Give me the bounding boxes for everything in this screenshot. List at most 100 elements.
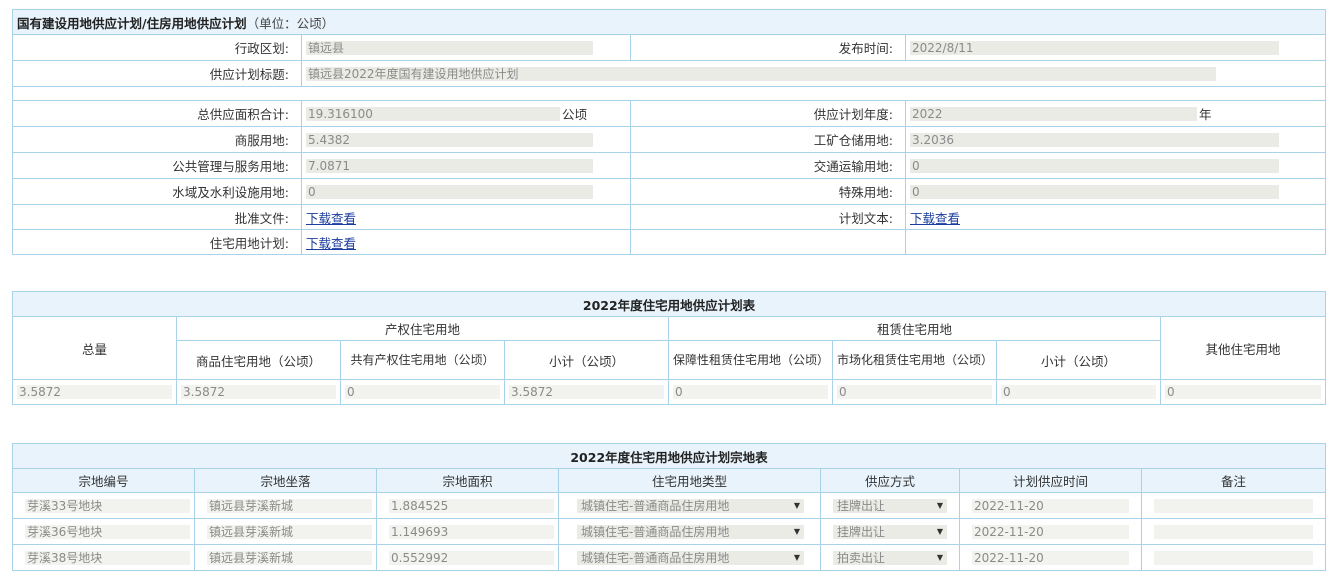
commercial-housing-value[interactable]: 3.5872 bbox=[181, 385, 336, 399]
table-row: 芽溪38号地块 镇远县芽溪新城 0.552992 城镇住宅-普通商品住房用地 ▼ … bbox=[12, 544, 1327, 571]
housing-type-value: 城镇住宅-普通商品住房用地 bbox=[581, 550, 730, 565]
plan-year-label: 供应计划年度: bbox=[630, 100, 906, 127]
market-rental-value[interactable]: 0 bbox=[837, 385, 992, 399]
publish-time-field[interactable]: 2022/8/11 bbox=[910, 41, 1279, 56]
rental-subtotal-value[interactable]: 0 bbox=[1001, 385, 1156, 399]
housing-type-select[interactable]: 城镇住宅-普通商品住房用地 ▼ bbox=[577, 550, 804, 565]
supply-method-select[interactable]: 拍卖出让 ▼ bbox=[833, 550, 947, 565]
supply-method-header: 供应方式 bbox=[820, 468, 960, 493]
total-area-field[interactable]: 19.316100 bbox=[306, 106, 560, 121]
housing-plan-download-link[interactable]: 下载查看 bbox=[306, 236, 356, 251]
dropdown-arrow-icon: ▼ bbox=[936, 526, 943, 536]
plan-text-label: 计划文本: bbox=[630, 204, 906, 230]
total-area-unit: 公顷 bbox=[562, 107, 588, 122]
rental-housing-header: 租赁住宅用地 bbox=[668, 316, 1161, 341]
supply-method-value: 挂牌出让 bbox=[837, 524, 886, 539]
note-field[interactable] bbox=[1154, 550, 1314, 565]
dropdown-arrow-icon: ▼ bbox=[936, 500, 943, 510]
note-field[interactable] bbox=[1154, 498, 1314, 513]
parcel-id[interactable]: 芽溪36号地块 bbox=[25, 524, 190, 539]
plan-text-download-link[interactable]: 下载查看 bbox=[910, 211, 960, 226]
water-label: 水域及水利设施用地: bbox=[12, 178, 302, 205]
parcel-location[interactable]: 镇远县芽溪新城 bbox=[207, 550, 372, 565]
parcel-area[interactable]: 0.552992 bbox=[389, 550, 554, 565]
housing-plan-label: 住宅用地计划: bbox=[12, 229, 302, 255]
supply-method-select[interactable]: 挂牌出让 ▼ bbox=[833, 498, 947, 513]
page-title: 国有建设用地供应计划/住房用地供应计划 bbox=[17, 15, 247, 31]
affordable-rental-header: 保障性租赁住宅用地（公顷） bbox=[673, 353, 830, 367]
plan-year-unit: 年 bbox=[1199, 107, 1212, 122]
housing-type-header: 住宅用地类型 bbox=[558, 468, 821, 493]
shared-property-header: 共有产权住宅用地（公顷） bbox=[350, 353, 495, 367]
dropdown-arrow-icon: ▼ bbox=[793, 526, 800, 536]
commercial-field[interactable]: 5.4382 bbox=[306, 133, 593, 148]
total-header: 总量 bbox=[12, 316, 177, 380]
shared-property-value[interactable]: 0 bbox=[345, 385, 500, 399]
affordable-rental-value[interactable]: 0 bbox=[673, 385, 828, 399]
region-field[interactable]: 镇远县 bbox=[306, 41, 593, 56]
market-rental-header: 市场化租赁住宅用地（公顷） bbox=[837, 353, 994, 367]
approval-doc-download-link[interactable]: 下载查看 bbox=[306, 211, 356, 226]
industrial-field[interactable]: 3.2036 bbox=[910, 133, 1279, 148]
other-housing-header: 其他住宅用地 bbox=[1159, 316, 1327, 380]
special-field[interactable]: 0 bbox=[910, 185, 1279, 200]
note-field[interactable] bbox=[1154, 524, 1314, 539]
basic-info-table: 国有建设用地供应计划/住房用地供应计划（单位：公顷） 行政区划: 镇远县 发布时… bbox=[11, 9, 1327, 255]
housing-type-select[interactable]: 城镇住宅-普通商品住房用地 ▼ bbox=[577, 524, 804, 539]
basic-info-header: 国有建设用地供应计划/住房用地供应计划（单位：公顷） bbox=[11, 9, 1327, 35]
unit-note: （单位：公顷） bbox=[246, 15, 335, 31]
other-housing-value[interactable]: 0 bbox=[1165, 385, 1322, 399]
transport-field[interactable]: 0 bbox=[910, 159, 1279, 174]
special-label: 特殊用地: bbox=[630, 178, 906, 205]
plan-time[interactable]: 2022-11-20 bbox=[972, 550, 1129, 565]
parcel-area[interactable]: 1.884525 bbox=[389, 498, 554, 513]
commercial-housing-header: 商品住宅用地（公顷） bbox=[176, 340, 341, 380]
housing-type-select[interactable]: 城镇住宅-普通商品住房用地 ▼ bbox=[577, 498, 804, 513]
industrial-label: 工矿仓储用地: bbox=[630, 126, 906, 153]
table-row: 芽溪36号地块 镇远县芽溪新城 1.149693 城镇住宅-普通商品住房用地 ▼ … bbox=[12, 518, 1327, 545]
supply-method-value: 挂牌出让 bbox=[837, 498, 886, 513]
plan-title-label: 供应计划标题: bbox=[12, 60, 302, 87]
dropdown-arrow-icon: ▼ bbox=[793, 500, 800, 510]
empty-cell bbox=[904, 229, 1327, 255]
housing-plan-table: 2022年度住宅用地供应计划表 总量 产权住宅用地 租赁住宅用地 其他住宅用地 … bbox=[11, 291, 1327, 405]
transport-label: 交通运输用地: bbox=[630, 152, 906, 179]
property-subtotal-value[interactable]: 3.5872 bbox=[509, 385, 664, 399]
dropdown-arrow-icon: ▼ bbox=[936, 552, 943, 562]
public-service-label: 公共管理与服务用地: bbox=[12, 152, 302, 179]
parcel-id[interactable]: 芽溪38号地块 bbox=[25, 550, 190, 565]
property-subtotal-header: 小计（公顷） bbox=[504, 340, 669, 380]
parcel-location[interactable]: 镇远县芽溪新城 bbox=[207, 524, 372, 539]
publish-time-label: 发布时间: bbox=[630, 34, 906, 61]
housing-type-value: 城镇住宅-普通商品住房用地 bbox=[581, 498, 730, 513]
housing-plan-title: 2022年度住宅用地供应计划表 bbox=[11, 291, 1327, 317]
total-area-label: 总供应面积合计: bbox=[12, 100, 302, 127]
parcel-id[interactable]: 芽溪33号地块 bbox=[25, 498, 190, 513]
parcel-area[interactable]: 1.149693 bbox=[389, 524, 554, 539]
total-value[interactable]: 3.5872 bbox=[17, 385, 172, 399]
public-service-field[interactable]: 7.0871 bbox=[306, 159, 593, 174]
plan-year-field[interactable]: 2022 bbox=[910, 106, 1197, 121]
rental-subtotal-header: 小计（公顷） bbox=[996, 340, 1161, 380]
supply-method-select[interactable]: 挂牌出让 ▼ bbox=[833, 524, 947, 539]
dropdown-arrow-icon: ▼ bbox=[793, 552, 800, 562]
property-housing-header: 产权住宅用地 bbox=[176, 316, 669, 341]
empty-cell bbox=[630, 229, 906, 255]
approval-doc-label: 批准文件: bbox=[12, 204, 302, 230]
table-row: 芽溪33号地块 镇远县芽溪新城 1.884525 城镇住宅-普通商品住房用地 ▼ … bbox=[12, 492, 1327, 519]
commercial-label: 商服用地: bbox=[12, 126, 302, 153]
housing-plan-values-row: 3.5872 3.5872 0 3.5872 0 0 0 0 bbox=[12, 379, 1327, 405]
note-header: 备注 bbox=[1140, 468, 1327, 493]
housing-type-value: 城镇住宅-普通商品住房用地 bbox=[581, 524, 730, 539]
spacer-row bbox=[11, 86, 1327, 101]
plan-time-header: 计划供应时间 bbox=[959, 468, 1142, 493]
water-field[interactable]: 0 bbox=[306, 185, 593, 200]
parcel-location[interactable]: 镇远县芽溪新城 bbox=[207, 498, 372, 513]
plan-time[interactable]: 2022-11-20 bbox=[972, 524, 1129, 539]
plan-title-field[interactable]: 镇远县2022年度国有建设用地供应计划 bbox=[306, 67, 1216, 82]
parcel-id-header: 宗地编号 bbox=[12, 468, 195, 493]
parcel-table: 2022年度住宅用地供应计划宗地表 宗地编号 宗地坐落 宗地面积 住宅用地类型 … bbox=[11, 443, 1327, 571]
parcel-table-title: 2022年度住宅用地供应计划宗地表 bbox=[11, 443, 1327, 469]
plan-time[interactable]: 2022-11-20 bbox=[972, 498, 1129, 513]
parcel-area-header: 宗地面积 bbox=[376, 468, 559, 493]
